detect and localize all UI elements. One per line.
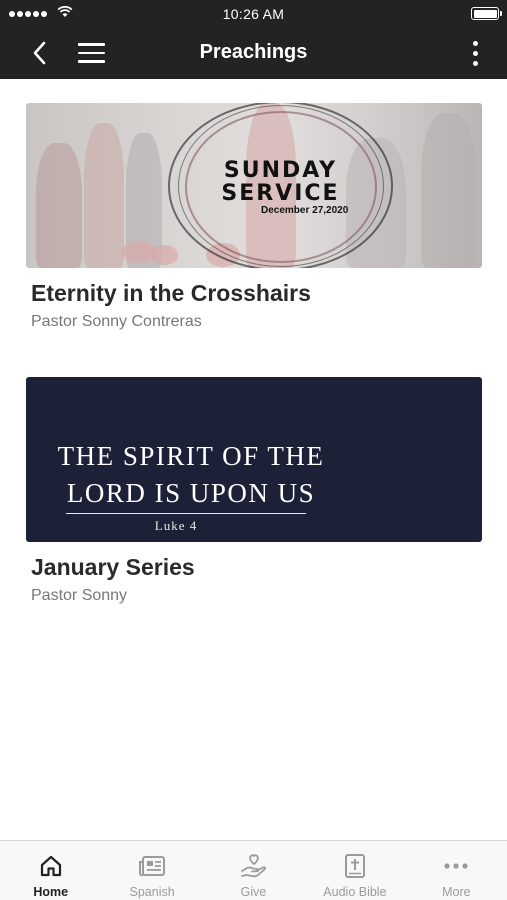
chevron-left-icon bbox=[33, 41, 46, 65]
tab-home[interactable]: Home bbox=[0, 841, 101, 900]
tab-label: Give bbox=[240, 885, 267, 899]
tab-audio-bible[interactable]: Audio Bible bbox=[304, 841, 405, 900]
tab-spanish[interactable]: Spanish bbox=[101, 841, 202, 900]
tab-bar: Home Spanish Give Audio Bible More bbox=[0, 840, 507, 900]
thumbnail-date: December 27,2020 bbox=[261, 205, 349, 216]
bible-icon bbox=[340, 852, 370, 880]
preaching-card[interactable]: SUNDAY SERVICE December 27,2020 Eternity… bbox=[26, 103, 482, 331]
sermon-title[interactable]: January Series bbox=[31, 554, 482, 581]
page-title: Preachings bbox=[199, 41, 308, 63]
sermon-thumbnail[interactable]: SUNDAY SERVICE December 27,2020 bbox=[26, 103, 482, 268]
sermon-speaker: Pastor Sonny Contreras bbox=[31, 313, 202, 330]
thumbnail-line-2: LORD IS UPON US bbox=[66, 478, 316, 508]
overflow-menu-button[interactable] bbox=[469, 38, 481, 68]
tab-more[interactable]: More bbox=[406, 841, 507, 900]
give-heart-icon bbox=[239, 852, 269, 880]
back-button[interactable] bbox=[24, 38, 54, 68]
thumbnail-heading-2: SERVICE bbox=[221, 181, 340, 206]
sermon-title[interactable]: Eternity in the Crosshairs bbox=[31, 280, 482, 307]
hamburger-menu-button[interactable] bbox=[78, 38, 108, 68]
more-dots-icon bbox=[441, 852, 471, 880]
tab-label: More bbox=[442, 885, 471, 899]
tab-label: Home bbox=[33, 885, 69, 899]
status-time: 10:26 AM bbox=[222, 6, 285, 22]
sermon-thumbnail[interactable]: THE SPIRIT OF THE LORD IS UPON US Luke 4 bbox=[26, 377, 482, 542]
thumbnail-line-1: THE SPIRIT OF THE bbox=[57, 441, 325, 471]
news-icon bbox=[137, 852, 167, 880]
sunday-service-badge: SUNDAY SERVICE December 27,2020 bbox=[163, 103, 398, 268]
sermon-speaker: Pastor Sonny bbox=[31, 587, 128, 604]
tab-give[interactable]: Give bbox=[203, 841, 304, 900]
tab-label: Audio Bible bbox=[323, 885, 387, 899]
status-bar: 10:26 AM bbox=[0, 0, 507, 26]
tab-label: Spanish bbox=[129, 885, 175, 899]
battery-icon bbox=[471, 7, 502, 20]
preaching-card[interactable]: THE SPIRIT OF THE LORD IS UPON US Luke 4… bbox=[26, 377, 482, 605]
home-icon bbox=[36, 852, 66, 880]
nav-bar: Preachings bbox=[0, 26, 507, 79]
thumbnail-verse: Luke 4 bbox=[154, 518, 198, 533]
thumbnail-divider bbox=[66, 513, 306, 514]
thumbnail-heading-1: SUNDAY bbox=[223, 158, 338, 183]
